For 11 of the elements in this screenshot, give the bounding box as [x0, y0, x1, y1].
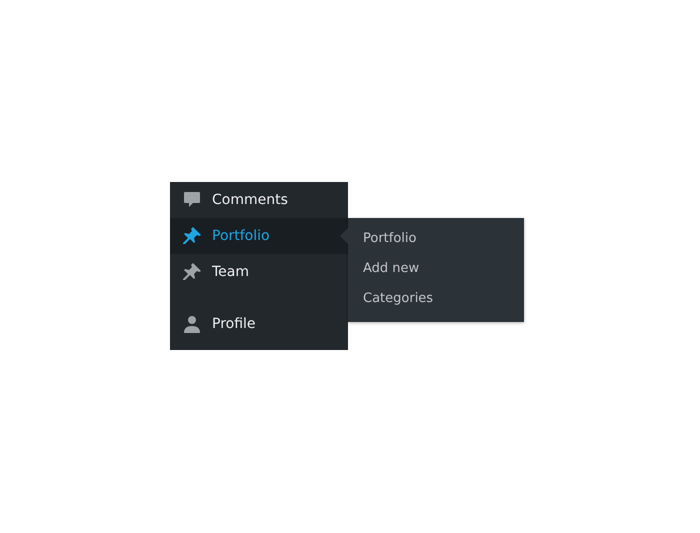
pushpin-icon — [182, 226, 202, 246]
pushpin-icon — [182, 262, 202, 282]
sidebar-item[interactable]: Portfolio — [170, 218, 348, 254]
speech-bubble-icon — [182, 190, 202, 210]
sidebar-item[interactable]: Profile — [170, 302, 348, 346]
submenu-link[interactable]: Categories — [348, 284, 524, 314]
user-icon — [182, 314, 202, 334]
submenu-link[interactable]: Add new — [348, 254, 524, 284]
sidebar-item[interactable]: Team — [170, 254, 348, 290]
submenu-link[interactable]: Portfolio — [348, 224, 524, 254]
sidebar-item[interactable]: Comments — [170, 182, 348, 218]
